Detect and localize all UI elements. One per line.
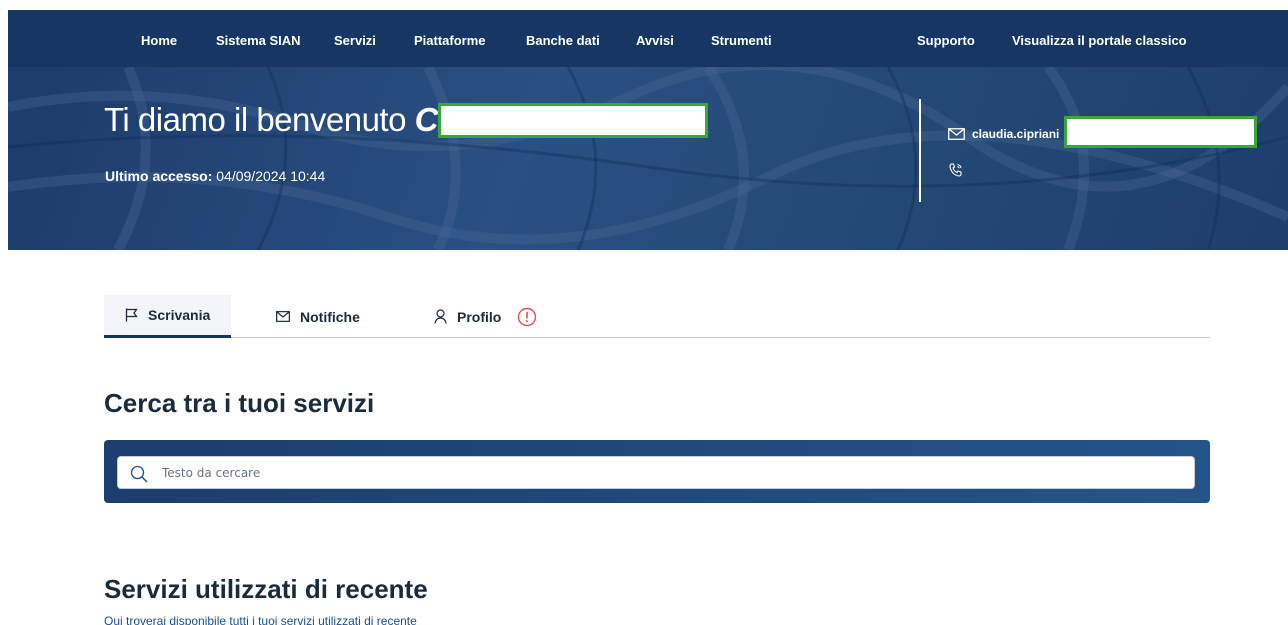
tab-scrivania[interactable]: Scrivania — [104, 295, 231, 338]
recent-services-subtitle: Qui troverai disponibile tutti i tuoi se… — [104, 614, 417, 625]
recent-services-heading: Servizi utilizzati di recente — [104, 574, 428, 604]
nav-home[interactable]: Home — [141, 10, 177, 67]
nav-servizi[interactable]: Servizi — [334, 10, 376, 67]
search-icon[interactable] — [130, 465, 148, 483]
tab-notifiche-label: Notifiche — [300, 308, 360, 325]
contact-email: claudia.cipriani — [948, 125, 1059, 143]
tab-notifiche[interactable]: Notifiche — [276, 295, 360, 338]
search-box — [117, 456, 1195, 489]
tab-profilo[interactable]: Profilo — [434, 295, 537, 338]
redacted-name — [438, 103, 708, 138]
search-band — [104, 440, 1210, 503]
welcome-greeting: Ti diamo il benvenuto — [104, 101, 415, 138]
nav-piattaforme[interactable]: Piattaforme — [414, 10, 486, 67]
nav-strumenti[interactable]: Strumenti — [711, 10, 772, 67]
last-access: Ultimo accesso: 04/09/2024 10:44 — [105, 168, 325, 184]
email-text: claudia.cipriani — [972, 127, 1060, 141]
tab-scrivania-label: Scrivania — [148, 307, 211, 323]
tab-profilo-label: Profilo — [457, 308, 502, 325]
dashboard-tabs: Scrivania Notifiche Profilo — [104, 295, 1210, 338]
search-heading: Cerca tra i tuoi servizi — [104, 388, 375, 418]
hero-background-texture — [8, 67, 1288, 250]
phone-icon — [949, 163, 962, 177]
hero-divider — [919, 99, 921, 202]
alert-icon — [518, 307, 537, 326]
nav-supporto[interactable]: Supporto — [917, 10, 975, 67]
nav-avvisi[interactable]: Avvisi — [636, 10, 674, 67]
welcome-title: Ti diamo il benvenuto CLA — [104, 101, 481, 139]
last-access-label: Ultimo accesso: — [105, 168, 213, 184]
welcome-hero: Ti diamo il benvenuto CLA Ultimo accesso… — [8, 67, 1288, 250]
nav-portale-classico[interactable]: Visualizza il portale classico — [1012, 10, 1187, 67]
user-icon — [434, 309, 447, 324]
flag-icon — [125, 308, 138, 322]
top-strip — [0, 0, 1288, 10]
nav-sistema-sian[interactable]: Sistema SIAN — [216, 10, 301, 67]
nav-banche-dati[interactable]: Banche dati — [526, 10, 600, 67]
search-input[interactable] — [162, 457, 1182, 488]
mail-icon — [276, 311, 290, 322]
last-access-value: 04/09/2024 10:44 — [212, 168, 326, 184]
redacted-email — [1064, 116, 1257, 148]
page-left-edge — [0, 250, 8, 625]
main-navbar: Home Sistema SIAN Servizi Piattaforme Ba… — [8, 10, 1288, 67]
mail-icon — [948, 128, 965, 140]
